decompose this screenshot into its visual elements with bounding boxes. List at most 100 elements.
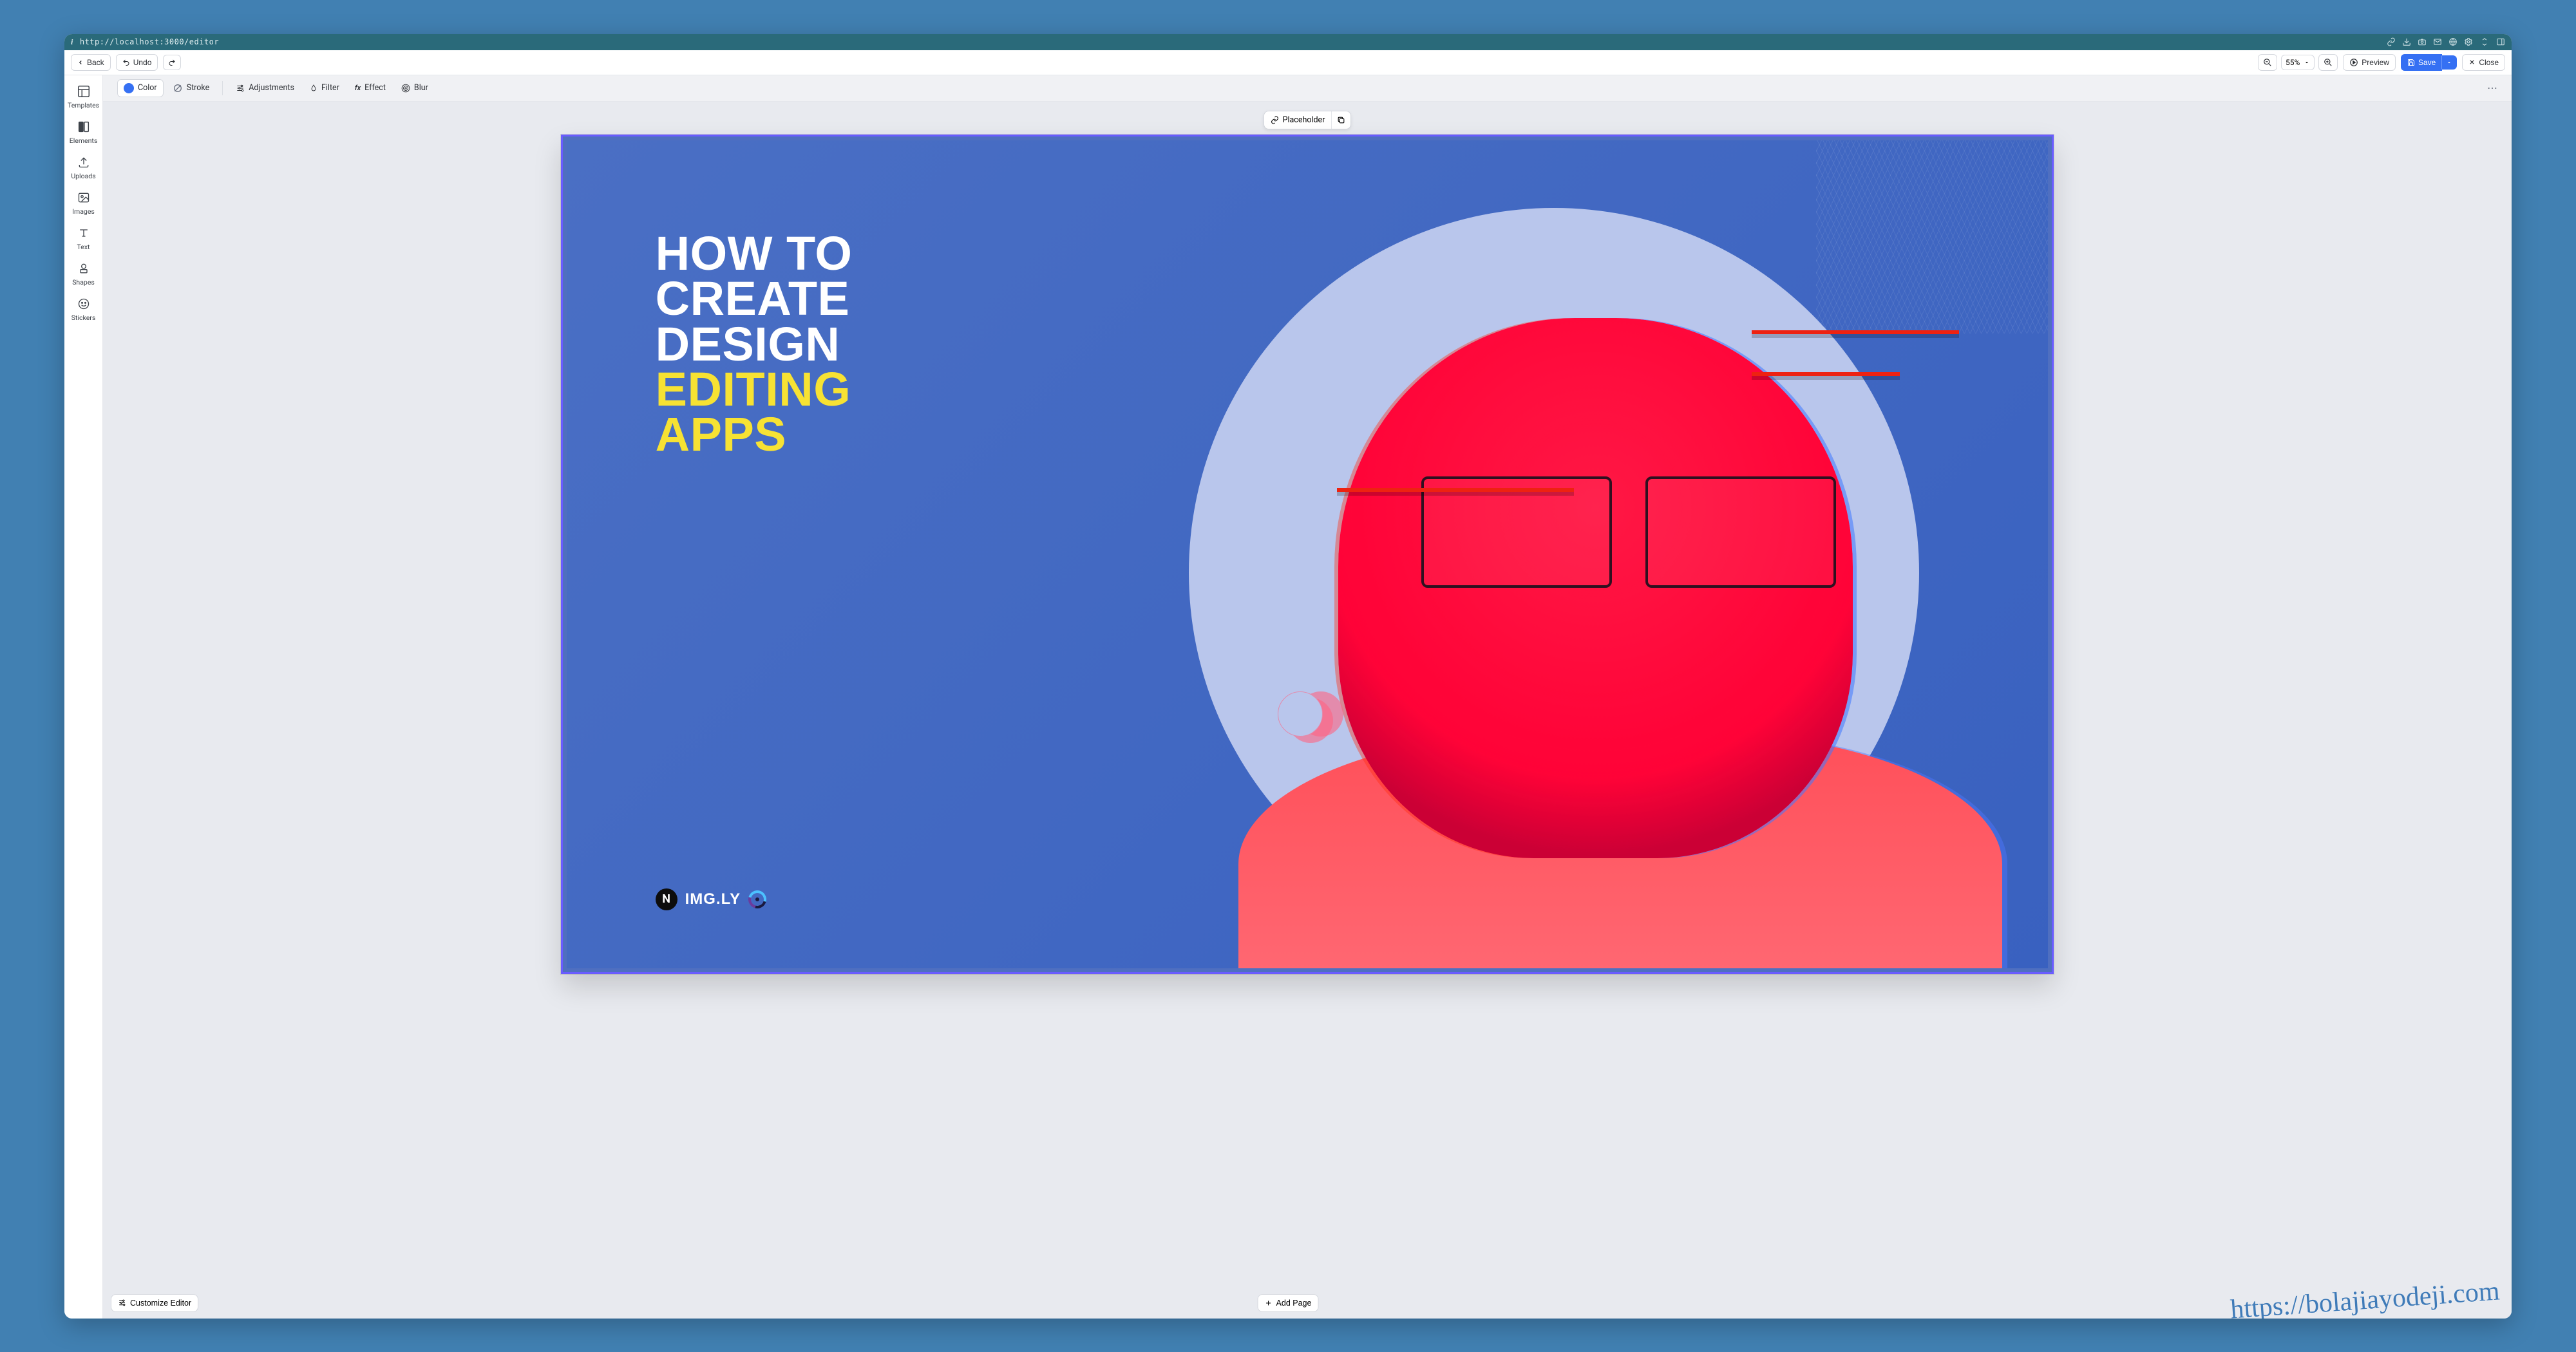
stroke-icon bbox=[173, 83, 183, 93]
blur-icon bbox=[401, 84, 410, 93]
ctx-label: Filter bbox=[321, 83, 339, 93]
ctx-effect[interactable]: fx Effect bbox=[348, 79, 392, 97]
sync-icon[interactable] bbox=[2479, 37, 2490, 46]
urlbar-actions bbox=[2387, 37, 2505, 46]
info-icon[interactable]: i bbox=[71, 37, 73, 47]
add-page-label: Add Page bbox=[1276, 1299, 1312, 1308]
ctx-label: Effect bbox=[365, 83, 386, 93]
selected-page[interactable]: HOW TO CREATE DESIGN EDITING APPS N IMG.… bbox=[561, 135, 2054, 974]
sidebar-label: Text bbox=[77, 243, 90, 251]
nextjs-logo-icon: N bbox=[656, 888, 677, 910]
close-label: Close bbox=[2479, 58, 2499, 67]
download-icon[interactable] bbox=[2402, 37, 2411, 46]
panel-icon[interactable] bbox=[2496, 37, 2505, 46]
ctx-color[interactable]: Color bbox=[117, 79, 164, 97]
sidebar-label: Shapes bbox=[72, 278, 95, 286]
sidebar-item-text[interactable]: Text bbox=[66, 221, 102, 255]
headline-line: EDITING bbox=[656, 367, 853, 412]
add-page-button[interactable]: Add Page bbox=[1258, 1294, 1319, 1312]
zoom-level-select[interactable]: 55% bbox=[2281, 55, 2315, 70]
headline-text: HOW TO CREATE DESIGN EDITING APPS bbox=[656, 231, 853, 457]
headline-line: CREATE bbox=[656, 276, 853, 321]
save-group: Save bbox=[2401, 54, 2457, 71]
ctx-label: Adjustments bbox=[249, 83, 294, 93]
workarea: Templates Elements Uploads Images Text S… bbox=[64, 75, 2512, 1319]
ctx-label: Stroke bbox=[187, 83, 210, 93]
glitch-bar bbox=[1752, 372, 1900, 376]
filter-icon bbox=[310, 84, 317, 93]
ctx-blur[interactable]: Blur bbox=[395, 79, 435, 97]
context-toolbar: Color Stroke Adjustments Filter fx E bbox=[103, 75, 2512, 102]
sliders-icon bbox=[118, 1299, 126, 1307]
preview-button[interactable]: Preview bbox=[2343, 54, 2396, 71]
images-icon bbox=[77, 191, 91, 205]
placeholder-button[interactable]: Placeholder bbox=[1264, 111, 1332, 129]
undo-button[interactable]: Undo bbox=[116, 54, 158, 71]
text-icon bbox=[77, 226, 91, 240]
zoom-in-icon bbox=[2324, 58, 2333, 67]
sidebar-item-shapes[interactable]: Shapes bbox=[66, 256, 102, 290]
customize-editor-button[interactable]: Customize Editor bbox=[111, 1294, 198, 1312]
save-label: Save bbox=[2418, 58, 2436, 67]
duplicate-button[interactable] bbox=[1332, 112, 1350, 128]
play-icon bbox=[2349, 58, 2358, 67]
redo-button[interactable] bbox=[163, 55, 181, 70]
top-toolbar: Back Undo 55% bbox=[64, 50, 2512, 75]
globe-icon[interactable] bbox=[2448, 37, 2458, 46]
stickers-icon bbox=[77, 297, 91, 311]
page-content: HOW TO CREATE DESIGN EDITING APPS N IMG.… bbox=[567, 140, 2049, 968]
close-button[interactable]: Close bbox=[2462, 54, 2505, 71]
canvas-area[interactable]: Placeholder bbox=[103, 102, 2512, 1319]
glitch-bar bbox=[1752, 330, 1959, 334]
sidebar-item-uploads[interactable]: Uploads bbox=[66, 150, 102, 184]
sidebar-label: Images bbox=[72, 207, 95, 216]
back-label: Back bbox=[87, 58, 104, 67]
mail-icon[interactable] bbox=[2433, 37, 2442, 46]
imgly-logo-text: IMG.LY bbox=[685, 890, 741, 908]
left-sidebar: Templates Elements Uploads Images Text S… bbox=[64, 75, 103, 1319]
zoom-controls: 55% bbox=[2258, 54, 2338, 71]
redo-icon bbox=[168, 59, 176, 66]
settings-icon[interactable] bbox=[2464, 37, 2473, 46]
preview-label: Preview bbox=[2362, 58, 2389, 67]
headline-line: HOW TO bbox=[656, 231, 853, 276]
zoom-out-button[interactable] bbox=[2258, 54, 2277, 71]
sidebar-item-stickers[interactable]: Stickers bbox=[66, 292, 102, 326]
fx-icon: fx bbox=[355, 84, 361, 92]
ctx-label: Color bbox=[138, 83, 157, 93]
headline-line: APPS bbox=[656, 412, 853, 457]
save-button[interactable]: Save bbox=[2401, 54, 2442, 71]
ctx-adjustments[interactable]: Adjustments bbox=[229, 79, 301, 97]
sidebar-label: Stickers bbox=[71, 314, 95, 322]
ctx-stroke[interactable]: Stroke bbox=[166, 79, 216, 97]
divider bbox=[222, 81, 223, 95]
customize-label: Customize Editor bbox=[130, 1299, 191, 1308]
ctx-filter[interactable]: Filter bbox=[303, 79, 346, 97]
back-button[interactable]: Back bbox=[71, 54, 111, 71]
more-options-button[interactable]: ⋯ bbox=[2482, 79, 2504, 97]
duplicate-icon bbox=[1337, 116, 1345, 124]
sidebar-item-images[interactable]: Images bbox=[66, 185, 102, 220]
sidebar-label: Templates bbox=[68, 101, 99, 109]
link-icon[interactable] bbox=[2387, 37, 2396, 46]
camera-icon[interactable] bbox=[2418, 37, 2427, 46]
save-dropdown-button[interactable] bbox=[2441, 55, 2457, 70]
url-bar: i http://localhost:3000/editor bbox=[64, 34, 2512, 50]
sliders-icon bbox=[236, 84, 245, 93]
rings-decor bbox=[1278, 691, 1323, 737]
zoom-in-button[interactable] bbox=[2318, 54, 2338, 71]
plus-icon bbox=[1265, 1299, 1273, 1307]
sidebar-item-elements[interactable]: Elements bbox=[66, 115, 102, 149]
zoom-value: 55% bbox=[2286, 58, 2300, 67]
sidebar-label: Uploads bbox=[71, 172, 95, 180]
undo-label: Undo bbox=[133, 58, 152, 67]
placeholder-label: Placeholder bbox=[1283, 115, 1325, 125]
link-icon bbox=[1271, 116, 1279, 124]
elements-icon bbox=[77, 120, 91, 134]
undo-icon bbox=[122, 59, 130, 66]
headline-line: DESIGN bbox=[656, 322, 853, 367]
sidebar-item-templates[interactable]: Templates bbox=[66, 79, 102, 113]
upload-icon bbox=[77, 155, 91, 169]
chevron-left-icon bbox=[77, 59, 84, 66]
glitch-bar bbox=[1337, 488, 1574, 492]
